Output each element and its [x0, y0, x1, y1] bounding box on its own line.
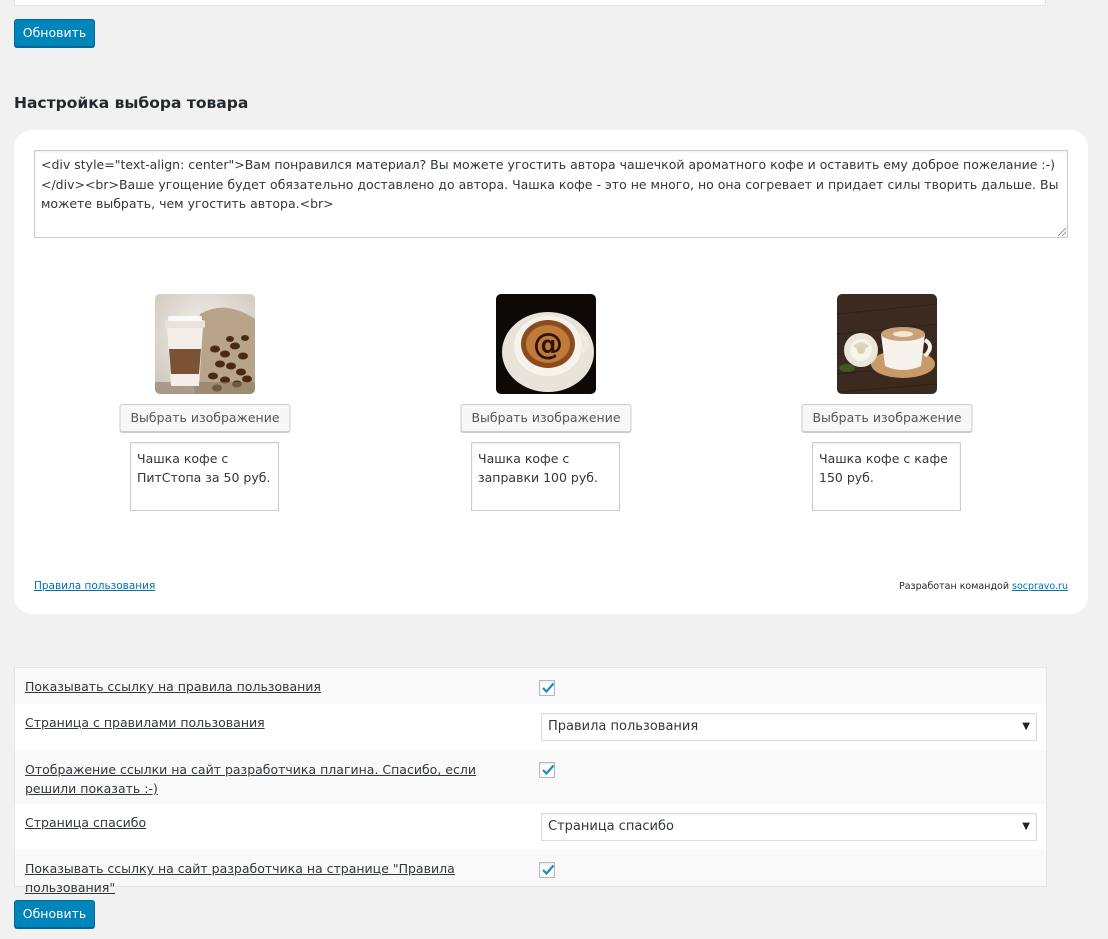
settings-row-developer-link-on-terms: Показывать ссылку на сайт разработчика н… [15, 850, 1046, 895]
settings-row-show-terms-link: Показывать ссылку на правила пользования [15, 668, 1046, 704]
product-caption-field[interactable]: Чашка кофе с кафе 150 руб. [812, 442, 961, 511]
svg-text:@: @ [533, 327, 563, 362]
product-option-1: Выбрать изображение Чашка кофе с ПитСтоп… [115, 294, 295, 514]
product-option-2: @ Выбрать изображение Чашка кофе с запра… [456, 294, 636, 514]
dropdown-caret-icon: ▼ [1022, 721, 1030, 732]
select-image-button[interactable]: Выбрать изображение [119, 404, 291, 432]
terms-page-select[interactable]: Правила пользования ▼ [541, 713, 1037, 741]
product-caption-field[interactable]: Чашка кофе с заправки 100 руб. [471, 442, 620, 511]
show-developer-link-label[interactable]: Отображение ссылки на сайт разработчика … [25, 760, 495, 798]
show-terms-link-label[interactable]: Показывать ссылку на правила пользования [25, 677, 505, 696]
developer-link-on-terms-label[interactable]: Показывать ссылку на сайт разработчика н… [25, 859, 525, 897]
developer-credit: Разработан командой socpravo.ru [899, 581, 1068, 592]
settings-table: Показывать ссылку на правила пользования… [14, 667, 1047, 895]
product-option-3: Выбрать изображение Чашка кофе с кафе 15… [797, 294, 977, 514]
terms-page-select-value: Правила пользования [548, 719, 699, 734]
espresso-cup-image: @ [496, 294, 596, 394]
thanks-page-select[interactable]: Страница спасибо ▼ [541, 813, 1037, 841]
terms-of-use-link[interactable]: Правила пользования [34, 580, 155, 592]
settings-row-thanks-page: Страница спасибо Страница спасибо ▼ [15, 804, 1046, 850]
checkmark-icon [542, 682, 555, 694]
update-button-bottom[interactable]: Обновить [14, 900, 95, 928]
checkmark-icon [542, 864, 555, 876]
select-image-button[interactable]: Выбрать изображение [460, 404, 632, 432]
checkmark-icon [542, 764, 555, 776]
section-title: Настройка выбора товара [14, 94, 249, 112]
update-button-top[interactable]: Обновить [14, 19, 95, 47]
developer-link-on-terms-checkbox[interactable] [539, 862, 555, 878]
intro-text-field[interactable]: <div style="text-align: center">Вам понр… [34, 150, 1068, 238]
show-developer-link-checkbox[interactable] [539, 762, 555, 778]
resize-grip-icon[interactable] [1058, 228, 1066, 236]
show-terms-link-checkbox[interactable] [539, 680, 555, 696]
settings-row-terms-page: Страница с правилами пользования Правила… [15, 704, 1046, 750]
settings-row-show-developer-link: Отображение ссылки на сайт разработчика … [15, 750, 1046, 804]
dropdown-caret-icon: ▼ [1022, 821, 1030, 832]
takeaway-coffee-cup-image [155, 294, 255, 394]
terms-page-label[interactable]: Страница с правилами пользования [25, 713, 505, 732]
credit-text: Разработан командой [898, 581, 1013, 592]
thanks-page-label[interactable]: Страница спасибо [25, 813, 505, 832]
previous-section-edge [14, 0, 1046, 6]
developer-site-link[interactable]: socpravo.ru [1012, 581, 1068, 592]
thanks-page-select-value: Страница спасибо [548, 819, 674, 834]
latte-with-rose-image [837, 294, 937, 394]
product-settings-card: <div style="text-align: center">Вам понр… [14, 130, 1088, 614]
product-caption-field[interactable]: Чашка кофе с ПитСтопа за 50 руб. [130, 442, 279, 511]
select-image-button[interactable]: Выбрать изображение [801, 404, 973, 432]
